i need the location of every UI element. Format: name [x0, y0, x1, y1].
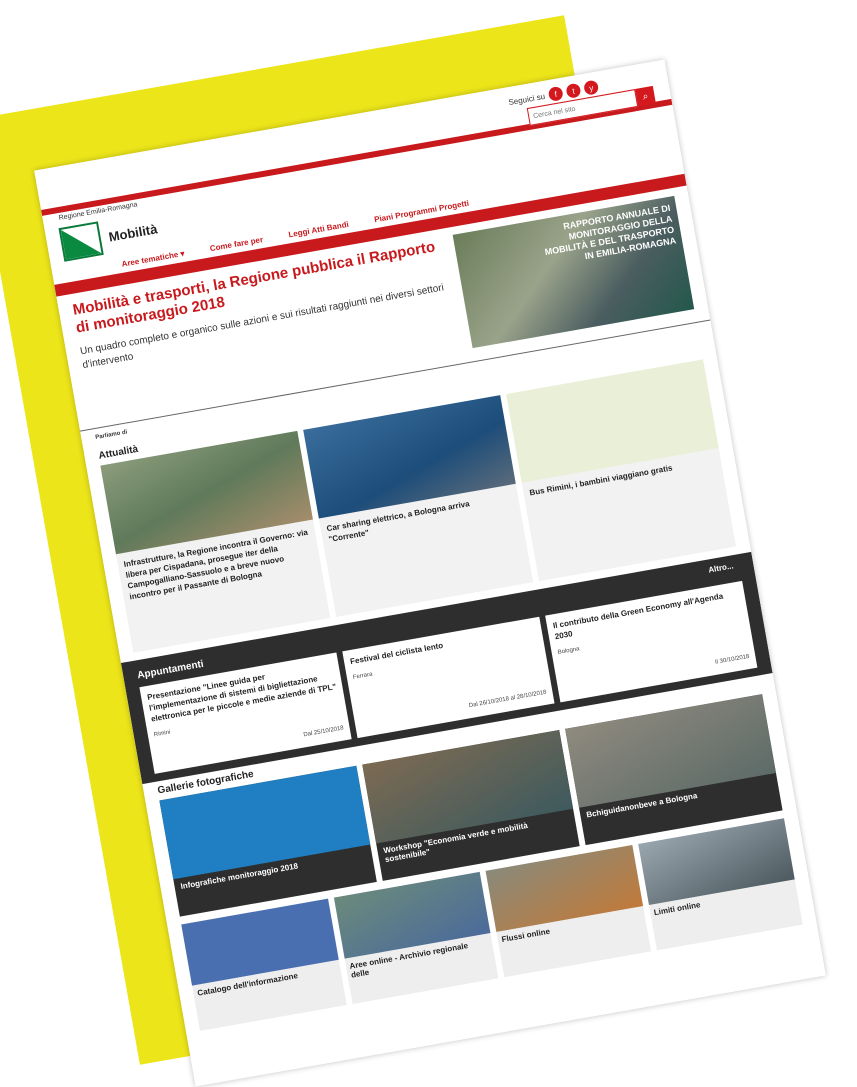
news-card[interactable]: Infrastrutture, la Regione incontra il G… — [100, 430, 331, 653]
service-tile[interactable]: Limiti online — [637, 818, 803, 951]
brand-title: Mobilità — [107, 220, 159, 245]
region-logo-icon — [58, 221, 104, 262]
event-date: Dal 25/10/2018 — [303, 725, 345, 739]
news-card[interactable]: Bus Rimini, i bambini viaggiano gratis — [506, 359, 737, 582]
service-tile[interactable]: Aree online - Archivio regionale delle — [333, 871, 499, 1005]
follow-label: Seguici su — [507, 91, 546, 107]
twitter-icon[interactable]: t — [565, 82, 582, 99]
service-tile[interactable]: Flussi online — [485, 845, 651, 978]
hero-image-caption: RAPPORTO ANNUALE DI MONITORAGGIO DELLA M… — [543, 202, 677, 262]
news-card[interactable]: Car sharing elettrico, a Bologna arriva … — [303, 395, 534, 617]
event-date: Dal 26/10/2018 al 28/10/2018 — [468, 689, 548, 710]
event-date: Il 30/10/2018 — [714, 653, 750, 666]
facebook-icon[interactable]: f — [547, 85, 564, 103]
topics-label: Parliamo di — [94, 429, 128, 441]
search-icon[interactable]: ⌕ — [635, 85, 656, 107]
youtube-icon[interactable]: y — [583, 79, 600, 96]
service-tile[interactable]: Catalogo dell'informazione — [181, 898, 347, 1031]
